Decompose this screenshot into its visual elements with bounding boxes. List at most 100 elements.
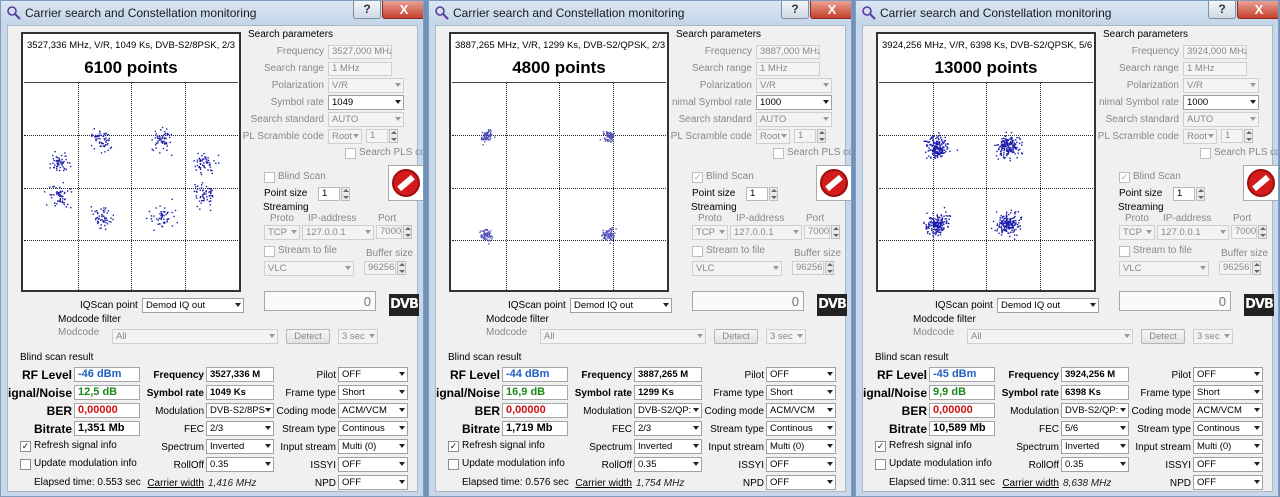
- stream-type-select[interactable]: Continous: [338, 421, 408, 436]
- stream-to-file-checkbox[interactable]: [264, 246, 275, 257]
- port-spinner[interactable]: [831, 225, 840, 239]
- proto-select[interactable]: TCP: [264, 225, 300, 240]
- carrier-width-label[interactable]: Carrier width: [562, 478, 632, 489]
- pl-scramble-spinner[interactable]: [1244, 129, 1253, 143]
- point-size-input[interactable]: 1: [1173, 187, 1195, 201]
- blind-scan-checkbox[interactable]: ✓: [1119, 172, 1130, 183]
- stream-type-select[interactable]: Continous: [1193, 421, 1263, 436]
- title-bar[interactable]: Carrier search and Constellation monitor…: [856, 1, 1278, 25]
- search-standard-select[interactable]: AUTO: [756, 112, 832, 127]
- modulation-select[interactable]: DVB-S2/QP:: [634, 403, 702, 418]
- player-select[interactable]: VLC: [264, 261, 354, 276]
- point-size-input[interactable]: 1: [318, 187, 340, 201]
- port-spinner[interactable]: [403, 225, 412, 239]
- refresh-signal-checkbox[interactable]: ✓: [875, 441, 886, 452]
- stop-scan-button[interactable]: [1243, 165, 1278, 201]
- pilot-select[interactable]: OFF: [766, 367, 836, 382]
- buffer-size-spinner[interactable]: [397, 261, 406, 275]
- input-stream-select[interactable]: Multi (0): [766, 439, 836, 454]
- detect-button[interactable]: Detect: [1141, 329, 1185, 344]
- pl-scramble-mode-select[interactable]: Root: [328, 129, 362, 144]
- modulation-select[interactable]: DVB-S2/QP:: [1061, 403, 1129, 418]
- search-range-input[interactable]: 1 MHz: [756, 62, 820, 76]
- search-range-input[interactable]: 1 MHz: [328, 62, 392, 76]
- frame-type-select[interactable]: Short: [766, 385, 836, 400]
- buffer-size-input[interactable]: 96256: [364, 261, 396, 275]
- rolloff-select[interactable]: 0.35: [634, 457, 702, 472]
- title-bar[interactable]: Carrier search and Constellation monitor…: [1, 1, 423, 25]
- stop-scan-button[interactable]: [816, 165, 851, 201]
- pl-scramble-spinner[interactable]: [389, 129, 398, 143]
- pl-scramble-value-input[interactable]: 1: [1221, 129, 1243, 143]
- help-button[interactable]: ?: [1208, 1, 1236, 19]
- fec-select[interactable]: 5/6: [1061, 421, 1129, 436]
- help-button[interactable]: ?: [353, 1, 381, 19]
- search-pls-checkbox[interactable]: [773, 148, 784, 159]
- spectrum-select[interactable]: Inverted: [1061, 439, 1129, 454]
- pl-scramble-mode-select[interactable]: Root: [1183, 129, 1217, 144]
- refresh-signal-checkbox[interactable]: ✓: [448, 441, 459, 452]
- proto-select[interactable]: TCP: [692, 225, 728, 240]
- update-modulation-checkbox[interactable]: [875, 459, 886, 470]
- point-size-spinner[interactable]: [341, 187, 350, 201]
- coding-mode-select[interactable]: ACM/VCM: [338, 403, 408, 418]
- modcode-select[interactable]: All: [967, 329, 1133, 344]
- point-size-spinner[interactable]: [769, 187, 778, 201]
- pl-scramble-mode-select[interactable]: Root: [756, 129, 790, 144]
- detect-button[interactable]: Detect: [714, 329, 758, 344]
- npd-select[interactable]: OFF: [338, 475, 408, 490]
- frequency-input[interactable]: 3924,000 MHz: [1183, 45, 1247, 59]
- buffer-size-input[interactable]: 96256: [792, 261, 824, 275]
- player-select[interactable]: VLC: [692, 261, 782, 276]
- fec-select[interactable]: 2/3: [634, 421, 702, 436]
- rolloff-select[interactable]: 0.35: [206, 457, 274, 472]
- polarization-select[interactable]: V/R: [328, 78, 404, 93]
- search-pls-checkbox[interactable]: [1200, 148, 1211, 159]
- rolloff-select[interactable]: 0.35: [1061, 457, 1129, 472]
- ip-address-select[interactable]: 127.0.0.1: [730, 225, 802, 240]
- pl-scramble-value-input[interactable]: 1: [794, 129, 816, 143]
- frequency-input[interactable]: 3887,000 MHz: [756, 45, 820, 59]
- buffer-size-spinner[interactable]: [825, 261, 834, 275]
- spectrum-select[interactable]: Inverted: [634, 439, 702, 454]
- point-size-input[interactable]: 1: [746, 187, 768, 201]
- symbol-rate-select[interactable]: 1049: [328, 95, 404, 110]
- pl-scramble-spinner[interactable]: [817, 129, 826, 143]
- blind-scan-checkbox[interactable]: ✓: [692, 172, 703, 183]
- ip-address-select[interactable]: 127.0.0.1: [302, 225, 374, 240]
- update-modulation-checkbox[interactable]: [20, 459, 31, 470]
- search-range-input[interactable]: 1 MHz: [1183, 62, 1247, 76]
- search-standard-select[interactable]: AUTO: [328, 112, 404, 127]
- iqscan-point-select[interactable]: Demod IQ out: [570, 298, 672, 313]
- symbol-rate-select[interactable]: 1000: [756, 95, 832, 110]
- close-button[interactable]: X: [810, 1, 851, 19]
- iqscan-point-select[interactable]: Demod IQ out: [997, 298, 1099, 313]
- port-spinner[interactable]: [1258, 225, 1267, 239]
- title-bar[interactable]: Carrier search and Constellation monitor…: [429, 1, 851, 25]
- buffer-size-spinner[interactable]: [1252, 261, 1261, 275]
- timeout-select[interactable]: 3 sec: [766, 329, 806, 344]
- ip-address-select[interactable]: 127.0.0.1: [1157, 225, 1229, 240]
- close-button[interactable]: X: [1237, 1, 1278, 19]
- npd-select[interactable]: OFF: [766, 475, 836, 490]
- pilot-select[interactable]: OFF: [1193, 367, 1263, 382]
- pl-scramble-value-input[interactable]: 1: [366, 129, 388, 143]
- input-stream-select[interactable]: Multi (0): [1193, 439, 1263, 454]
- refresh-signal-checkbox[interactable]: ✓: [20, 441, 31, 452]
- timeout-select[interactable]: 3 sec: [1193, 329, 1233, 344]
- frame-type-select[interactable]: Short: [1193, 385, 1263, 400]
- detect-button[interactable]: Detect: [286, 329, 330, 344]
- modulation-select[interactable]: DVB-S2/8PS: [206, 403, 274, 418]
- stream-type-select[interactable]: Continous: [766, 421, 836, 436]
- coding-mode-select[interactable]: ACM/VCM: [766, 403, 836, 418]
- frame-type-select[interactable]: Short: [338, 385, 408, 400]
- point-size-spinner[interactable]: [1196, 187, 1205, 201]
- port-input[interactable]: 7000: [804, 225, 830, 239]
- symbol-rate-select[interactable]: 1000: [1183, 95, 1259, 110]
- issyi-select[interactable]: OFF: [766, 457, 836, 472]
- pilot-select[interactable]: OFF: [338, 367, 408, 382]
- modcode-select[interactable]: All: [540, 329, 706, 344]
- input-stream-select[interactable]: Multi (0): [338, 439, 408, 454]
- help-button[interactable]: ?: [781, 1, 809, 19]
- blind-scan-checkbox[interactable]: [264, 172, 275, 183]
